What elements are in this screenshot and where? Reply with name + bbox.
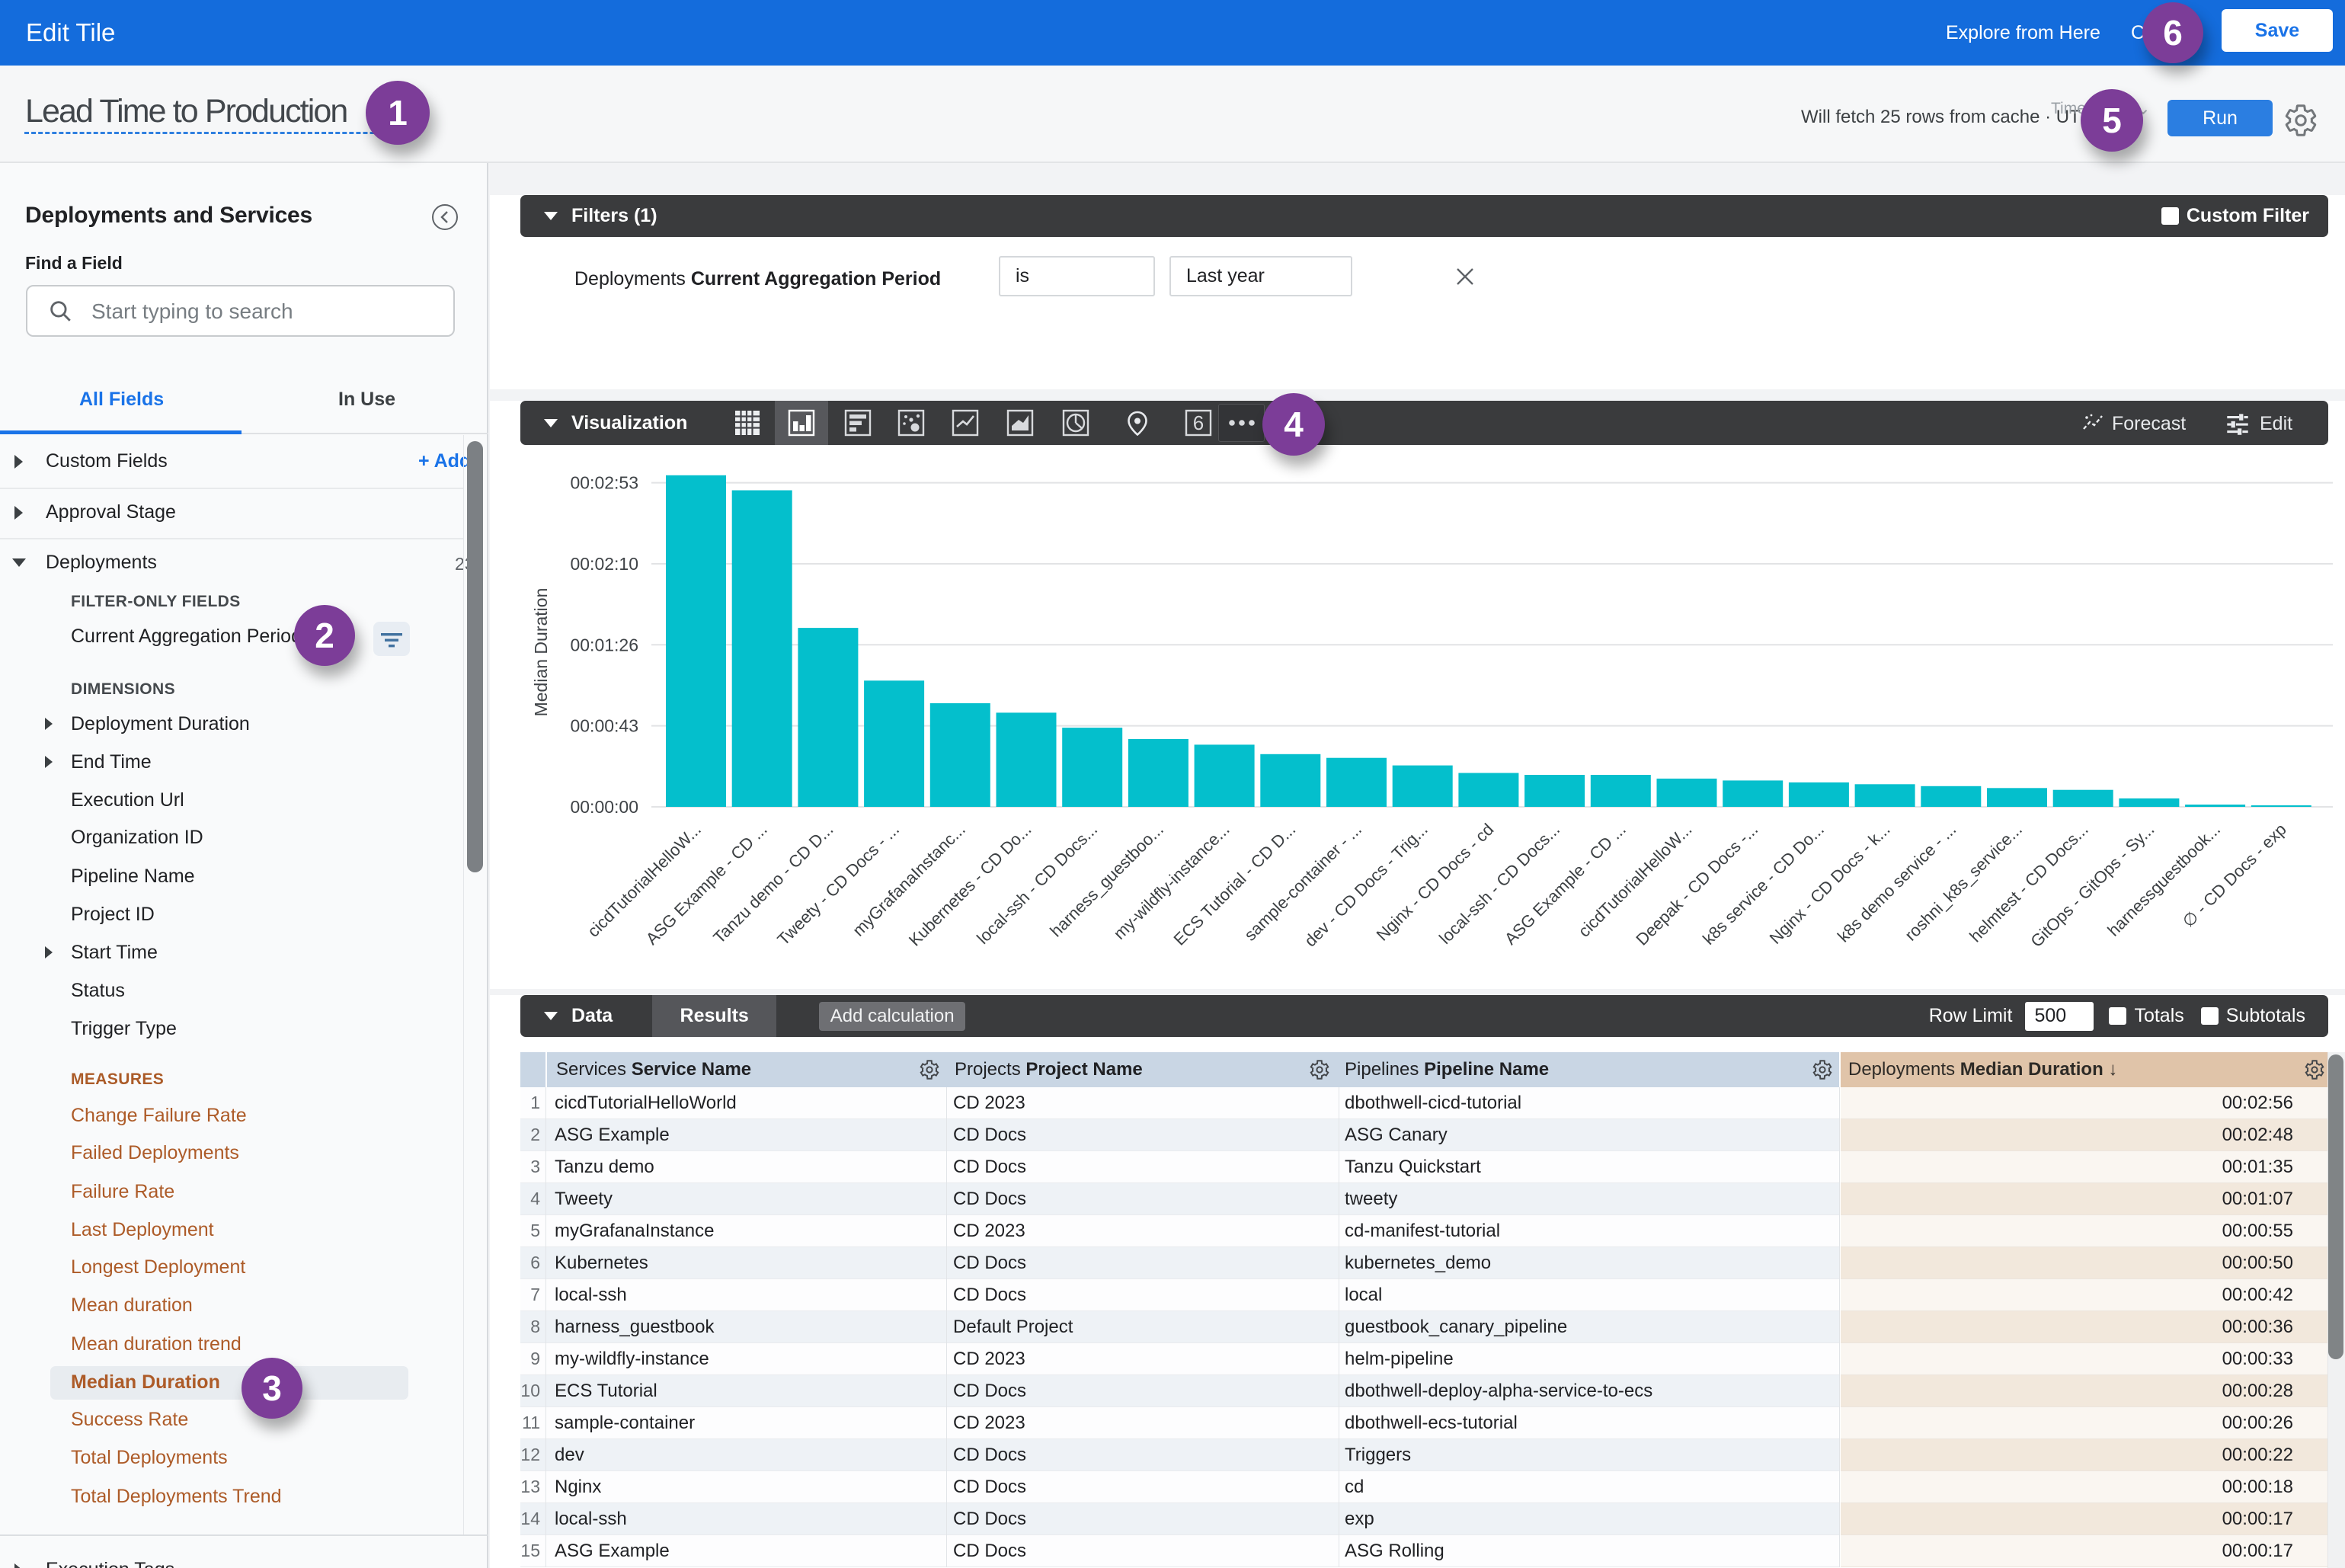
svg-text:ASG Example - CD ...: ASG Example - CD ...: [642, 820, 771, 949]
svg-text:Nginx - CD Docs - k...: Nginx - CD Docs - k...: [1766, 820, 1894, 948]
svg-text:harnessguestbook...: harnessguestbook...: [2103, 820, 2224, 940]
svg-text:cicdTutorialHelloW...: cicdTutorialHelloW...: [1575, 820, 1696, 941]
svg-text:Tanzu demo - CD D...: Tanzu demo - CD D...: [709, 820, 837, 947]
svg-text:00:01:26: 00:01:26: [570, 635, 638, 654]
svg-text:GitOps - GitOps - Sy...: GitOps - GitOps - Sy...: [2027, 820, 2158, 951]
svg-text:00:02:10: 00:02:10: [570, 554, 638, 574]
svg-text:sample-container - ...: sample-container - ...: [1240, 820, 1365, 945]
svg-text:Deepak - CD Docs -...: Deepak - CD Docs -...: [1632, 820, 1761, 949]
svg-text:harness_guestboo...: harness_guestboo...: [1046, 820, 1167, 941]
svg-text:local-ssh - CD Docs...: local-ssh - CD Docs...: [973, 820, 1101, 948]
svg-text:Nginx - CD Docs - cd: Nginx - CD Docs - cd: [1373, 820, 1498, 945]
svg-text:Tweety - CD Docs - ...: Tweety - CD Docs - ...: [773, 820, 903, 949]
svg-text:cicdTutorialHelloW...: cicdTutorialHelloW...: [584, 820, 705, 941]
svg-text:Kubernetes - CD Do...: Kubernetes - CD Do...: [905, 820, 1035, 950]
svg-text:k8s demo service - ...: k8s demo service - ...: [1834, 820, 1960, 946]
svg-text:ECS Tutorial - CD D...: ECS Tutorial - CD D...: [1170, 820, 1300, 949]
svg-text:myGrafanaInstanc...: myGrafanaInstanc...: [849, 820, 969, 940]
svg-text:helmtest - CD Docs...: helmtest - CD Docs...: [1966, 820, 2091, 946]
svg-text:my-wildfly-instance...: my-wildfly-instance...: [1110, 820, 1233, 943]
svg-text:Median Duration: Median Duration: [531, 588, 551, 717]
svg-text:ASG Example - CD ...: ASG Example - CD ...: [1501, 820, 1630, 949]
svg-text:roshni_k8s_service...: roshni_k8s_service...: [1901, 820, 2026, 945]
svg-text:k8s service - CD Do...: k8s service - CD Do...: [1699, 820, 1828, 949]
svg-text:local-ssh - CD Docs...: local-ssh - CD Docs...: [1435, 820, 1563, 948]
svg-text:00:00:00: 00:00:00: [570, 797, 638, 817]
svg-text:00:02:53: 00:02:53: [570, 473, 638, 493]
svg-text:dev - CD Docs - Trig...: dev - CD Docs - Trig...: [1300, 820, 1432, 951]
svg-text:00:00:43: 00:00:43: [570, 716, 638, 736]
